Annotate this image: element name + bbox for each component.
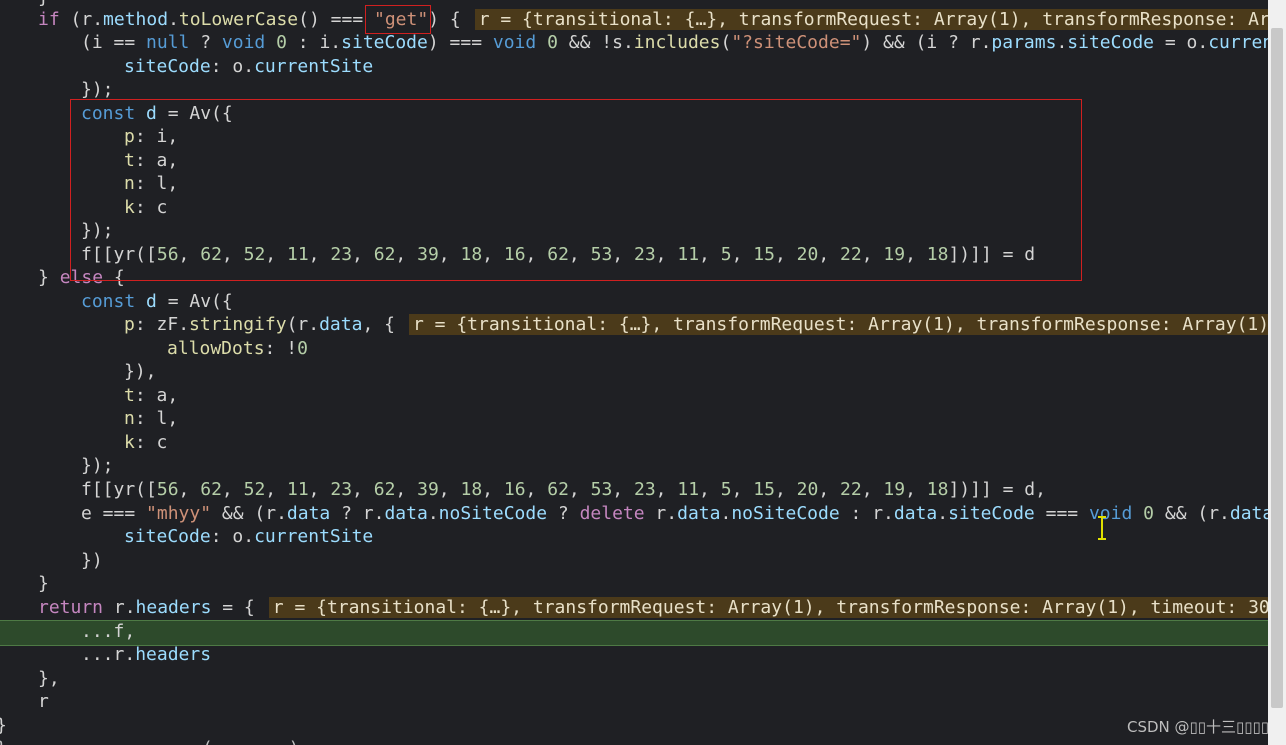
code-line: n: l, bbox=[124, 408, 179, 429]
text-cursor-icon bbox=[1098, 516, 1106, 540]
array-number: 15 bbox=[753, 479, 775, 500]
annotation-box-get bbox=[365, 5, 431, 34]
array-number: 16 bbox=[503, 479, 526, 500]
array-number: 19 bbox=[883, 479, 906, 500]
code-line: }), bbox=[124, 361, 157, 382]
array-number: 62 bbox=[373, 479, 396, 500]
array-number: 22 bbox=[840, 479, 862, 500]
array-number: 53 bbox=[590, 479, 613, 500]
code-line: ...r.headers bbox=[81, 644, 212, 665]
code-line: }) bbox=[81, 550, 103, 571]
array-number: 62 bbox=[200, 479, 222, 500]
code-line: } bbox=[38, 573, 49, 594]
code-line: }); bbox=[81, 455, 114, 476]
code-line: const d = Av({ bbox=[81, 291, 233, 312]
code-editor[interactable]: } if (r.method.toLowerCase() === "get") … bbox=[0, 0, 1268, 745]
array-number: 5 bbox=[720, 479, 732, 500]
inline-debug-value: r = {transitional: {…}, transformRequest… bbox=[408, 314, 1268, 335]
code-line: siteCode: o.currentSite bbox=[124, 526, 374, 547]
array-number: 56 bbox=[156, 479, 179, 500]
code-line-return: return r.headers = {r = {transitional: {… bbox=[38, 596, 1268, 620]
annotation-box-const-block bbox=[70, 99, 1082, 281]
code-line: } bbox=[0, 714, 7, 738]
code-line: (i == null ? void 0 : i.siteCode) === vo… bbox=[81, 32, 1268, 53]
code-line-if-get: if (r.method.toLowerCase() === "get") {r… bbox=[38, 8, 1268, 32]
watermark-text: CSDN @▯▯十三▯▯▯▯ bbox=[1127, 718, 1270, 736]
array-number: 23 bbox=[330, 479, 353, 500]
array-number: 18 bbox=[460, 479, 483, 500]
code-line: siteCode: o.currentSite bbox=[124, 56, 374, 77]
code-line: t: a, bbox=[124, 385, 179, 406]
array-number: 23 bbox=[633, 479, 656, 500]
code-line: p: zF.stringify(r.data, {r = {transition… bbox=[124, 313, 1268, 337]
code-line: k: c bbox=[124, 432, 168, 453]
array-number: 18 bbox=[926, 479, 949, 500]
inline-debug-value: r = {transitional: {…}, transformRequest… bbox=[268, 597, 1268, 618]
array-number: 11 bbox=[286, 479, 309, 500]
code-line: allowDots: !0 bbox=[167, 338, 308, 359]
inline-debug-value: r = {transitional: {…}, transformRequest… bbox=[474, 9, 1268, 30]
code-line: e === "mhyy" && (r.data ? r.data.noSiteC… bbox=[81, 503, 1268, 524]
code-line: r bbox=[38, 691, 49, 712]
array-number: 39 bbox=[417, 479, 439, 500]
array-number: 62 bbox=[547, 479, 569, 500]
numeric-array: 56, 62, 52, 11, 23, 62, 39, 18, 16, 62, … bbox=[156, 479, 949, 500]
code-line-partial: }, ... ... ... ... (... ...) bbox=[0, 737, 299, 745]
code-line: }, bbox=[38, 668, 60, 689]
code-line-header-assign: f[[yr([56, 62, 52, 11, 23, 62, 39, 18, 1… bbox=[81, 479, 1046, 500]
array-number: 52 bbox=[243, 479, 266, 500]
array-number: 20 bbox=[796, 479, 819, 500]
code-line: }); bbox=[81, 79, 114, 100]
array-number: 11 bbox=[677, 479, 700, 500]
code-line-current: ...f, bbox=[81, 621, 136, 642]
vertical-scrollbar[interactable] bbox=[1268, 0, 1286, 745]
scrollbar-thumb[interactable] bbox=[1271, 28, 1283, 708]
